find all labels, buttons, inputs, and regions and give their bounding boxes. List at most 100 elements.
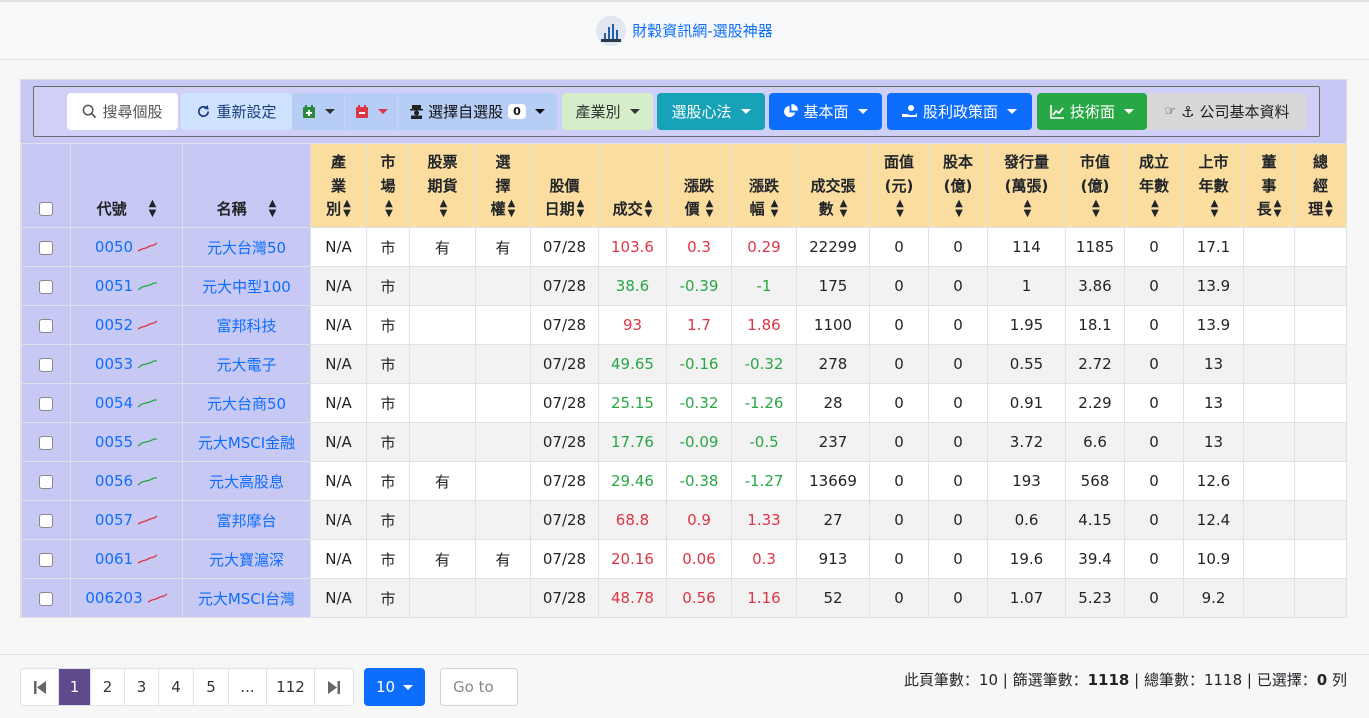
table-row[interactable]: 0053 元大電子 N/A 市 07/28 49.65 -0.16 -0.32 278 0 0 0.5… [21,344,1347,384]
fundamentals-dropdown[interactable]: 基本面 [769,93,882,130]
cell-issued: 19.6 [987,539,1066,579]
row-checkbox[interactable] [39,396,53,411]
method-dropdown[interactable]: 選股心法 [657,93,765,130]
row-checkbox[interactable] [39,318,53,333]
page-112-button[interactable]: 112 [267,669,315,705]
sort-icon: ▲ ▼ [955,198,963,220]
stock-code-link[interactable]: 0053 [70,344,183,384]
sparkline-icon [137,554,158,564]
stock-name-link[interactable]: 元大寶滬深 [182,539,311,579]
table-row[interactable]: 0055 元大MSCI金融 N/A 市 07/28 17.76 -0.09 -0.5 237 0 0… [21,422,1347,462]
col-list-years[interactable]: 上市 年數 ▲ ▼ [1183,143,1244,228]
col-code[interactable]: 代號 ▲ ▼ [70,143,183,228]
page-4-button[interactable]: 4 [159,669,194,705]
select-watchlist-dropdown[interactable]: 選擇自選股 0 [398,93,557,130]
col-mcap[interactable]: 市值 (億) ▲ ▼ [1065,143,1125,228]
add-watchlist-dropdown[interactable] [292,93,344,130]
page-3-button[interactable]: 3 [125,669,159,705]
stock-code-link[interactable]: 0055 [70,422,183,462]
stock-name-link[interactable]: 元大台灣50 [182,227,311,267]
table-row[interactable]: 0056 元大高股息 N/A 市有 07/28 29.46 -0.38 -1.27 13669 0… [21,461,1347,501]
row-checkbox[interactable] [39,357,53,372]
stock-code-link[interactable]: 0050 [70,227,183,267]
stock-name-link[interactable]: 元大電子 [182,344,311,384]
cell-mcap: 2.29 [1065,383,1125,423]
table-row[interactable]: 0050 元大台灣50 N/A 市有有 07/28 103.6 0.3 0.29 22299 0 0… [21,227,1347,267]
col-futures[interactable]: 股票 期貨 ▲ ▼ [409,143,476,228]
col-date[interactable]: 股價 日期 ▲ ▼ [530,143,599,228]
cell-capital: 0 [928,422,988,462]
dividend-dropdown[interactable]: 股利政策面 [887,93,1032,130]
table-row[interactable]: 0061 元大寶滬深 N/A 市有有 07/28 20.16 0.06 0.3 913 0 0 19.… [21,539,1347,579]
stock-code-link[interactable]: 0054 [70,383,183,423]
row-checkbox[interactable] [39,552,53,567]
col-industry[interactable]: 產業別 ▲ ▼ [310,143,367,228]
stock-code-link[interactable]: 0057 [70,500,183,540]
footer: 12345...112 10 此頁筆數：10 | 篩選筆數：1118 | 總筆數… [0,654,1369,718]
company-info-button[interactable]: ☞ ⚓ 公司基本資料 [1147,93,1307,130]
remove-watchlist-dropdown[interactable] [345,93,397,130]
table-row[interactable]: 0057 富邦摩台 N/A 市 07/28 68.8 0.9 1.33 27 0 0 0.6 4.15 0… [21,500,1347,540]
sort-icon: ▲ ▼ [1210,198,1219,220]
col-options[interactable]: 選擇權 ▲ ▼ [475,143,531,228]
col-issued[interactable]: 發行量 (萬張) ▲ ▼ [987,143,1066,228]
row-checkbox[interactable] [39,279,53,294]
page-5-button[interactable]: 5 [194,669,229,705]
cell-volume: 27 [796,500,870,540]
col-volume[interactable]: 成交張數 ▲ ▼ [796,143,870,228]
row-checkbox[interactable] [39,435,53,450]
stock-name-link[interactable]: 元大高股息 [182,461,311,501]
col-est-years[interactable]: 成立 年數 ▲ ▼ [1124,143,1184,228]
stock-name-link[interactable]: 元大MSCI金融 [182,422,311,462]
search-stock-button[interactable]: 搜尋個股 [67,93,178,130]
col-change[interactable]: 漲跌價 ▲ ▼ [666,143,732,228]
row-checkbox[interactable] [39,240,53,255]
stock-name-link[interactable]: 元大台商50 [182,383,311,423]
brand[interactable]: 財穀資訊網-選股神器 [596,15,773,46]
col-pct[interactable]: 漲跌幅 ▲ ▼ [731,143,797,228]
sparkline-icon [137,282,158,291]
col-capital[interactable]: 股本 (億) ▲ ▼ [928,143,988,228]
stock-name-link[interactable]: 富邦科技 [182,305,311,345]
row-checkbox[interactable] [39,591,53,606]
col-market[interactable]: 市場 ▲ ▼ [366,143,410,228]
stock-code-link[interactable]: 0061 [70,539,183,579]
stock-name-link[interactable]: 富邦摩台 [182,500,311,540]
col-gm[interactable]: 總經理 ▲ ▼ [1294,143,1347,228]
stock-name-link[interactable]: 元大中型100 [182,266,311,306]
cell-gm [1294,305,1347,345]
cell-price: 20.16 [598,539,667,579]
cell-industry: N/A [310,578,367,618]
watchlist-count-badge: 0 [508,104,526,119]
select-all-checkbox[interactable] [39,202,53,217]
col-chair[interactable]: 董事長 ▲ ▼ [1243,143,1295,228]
page-2-button[interactable]: 2 [91,669,125,705]
first-page-button[interactable] [21,669,59,705]
table-row[interactable]: 006203 元大MSCI台灣 N/A 市 07/28 48.78 0.56 1.16 52 0 0… [21,578,1347,618]
col-par[interactable]: 面值 (元) ▲ ▼ [869,143,929,228]
last-page-button[interactable] [315,669,353,705]
col-price[interactable]: 成交 ▲ ▼ [598,143,667,228]
stock-code-link[interactable]: 006203 [70,578,183,618]
stock-code-link[interactable]: 0056 [70,461,183,501]
table-row[interactable]: 0052 富邦科技 N/A 市 07/28 93 1.7 1.86 1100 0 0 1.95 18.1… [21,305,1347,345]
industry-dropdown[interactable]: 產業別 [562,93,653,130]
technical-dropdown[interactable]: 技術面 [1037,93,1147,130]
row-checkbox[interactable] [39,513,53,528]
stock-code-link[interactable]: 0051 [70,266,183,306]
sort-icon: ▲ ▼ [770,198,779,220]
cell-futures [409,500,476,540]
cell-date: 07/28 [530,578,599,618]
page-1-button[interactable]: 1 [59,669,91,705]
table-row[interactable]: 0054 元大台商50 N/A 市 07/28 25.15 -0.32 -1.26 28 0 0 0.… [21,383,1347,423]
reset-button[interactable]: 重新設定 [181,93,292,130]
stock-code-link[interactable]: 0052 [70,305,183,345]
col-name[interactable]: 名稱 ▲ ▼ [182,143,311,228]
page-size-dropdown[interactable]: 10 [364,668,425,706]
stock-name-link[interactable]: 元大MSCI台灣 [182,578,311,618]
cell-market: 市 [366,383,410,423]
row-checkbox[interactable] [39,474,53,489]
goto-page-input[interactable] [440,668,518,706]
table-row[interactable]: 0051 元大中型100 N/A 市 07/28 38.6 -0.39 -1 175 0 0 1 3.8… [21,266,1347,306]
cell-futures [409,344,476,384]
